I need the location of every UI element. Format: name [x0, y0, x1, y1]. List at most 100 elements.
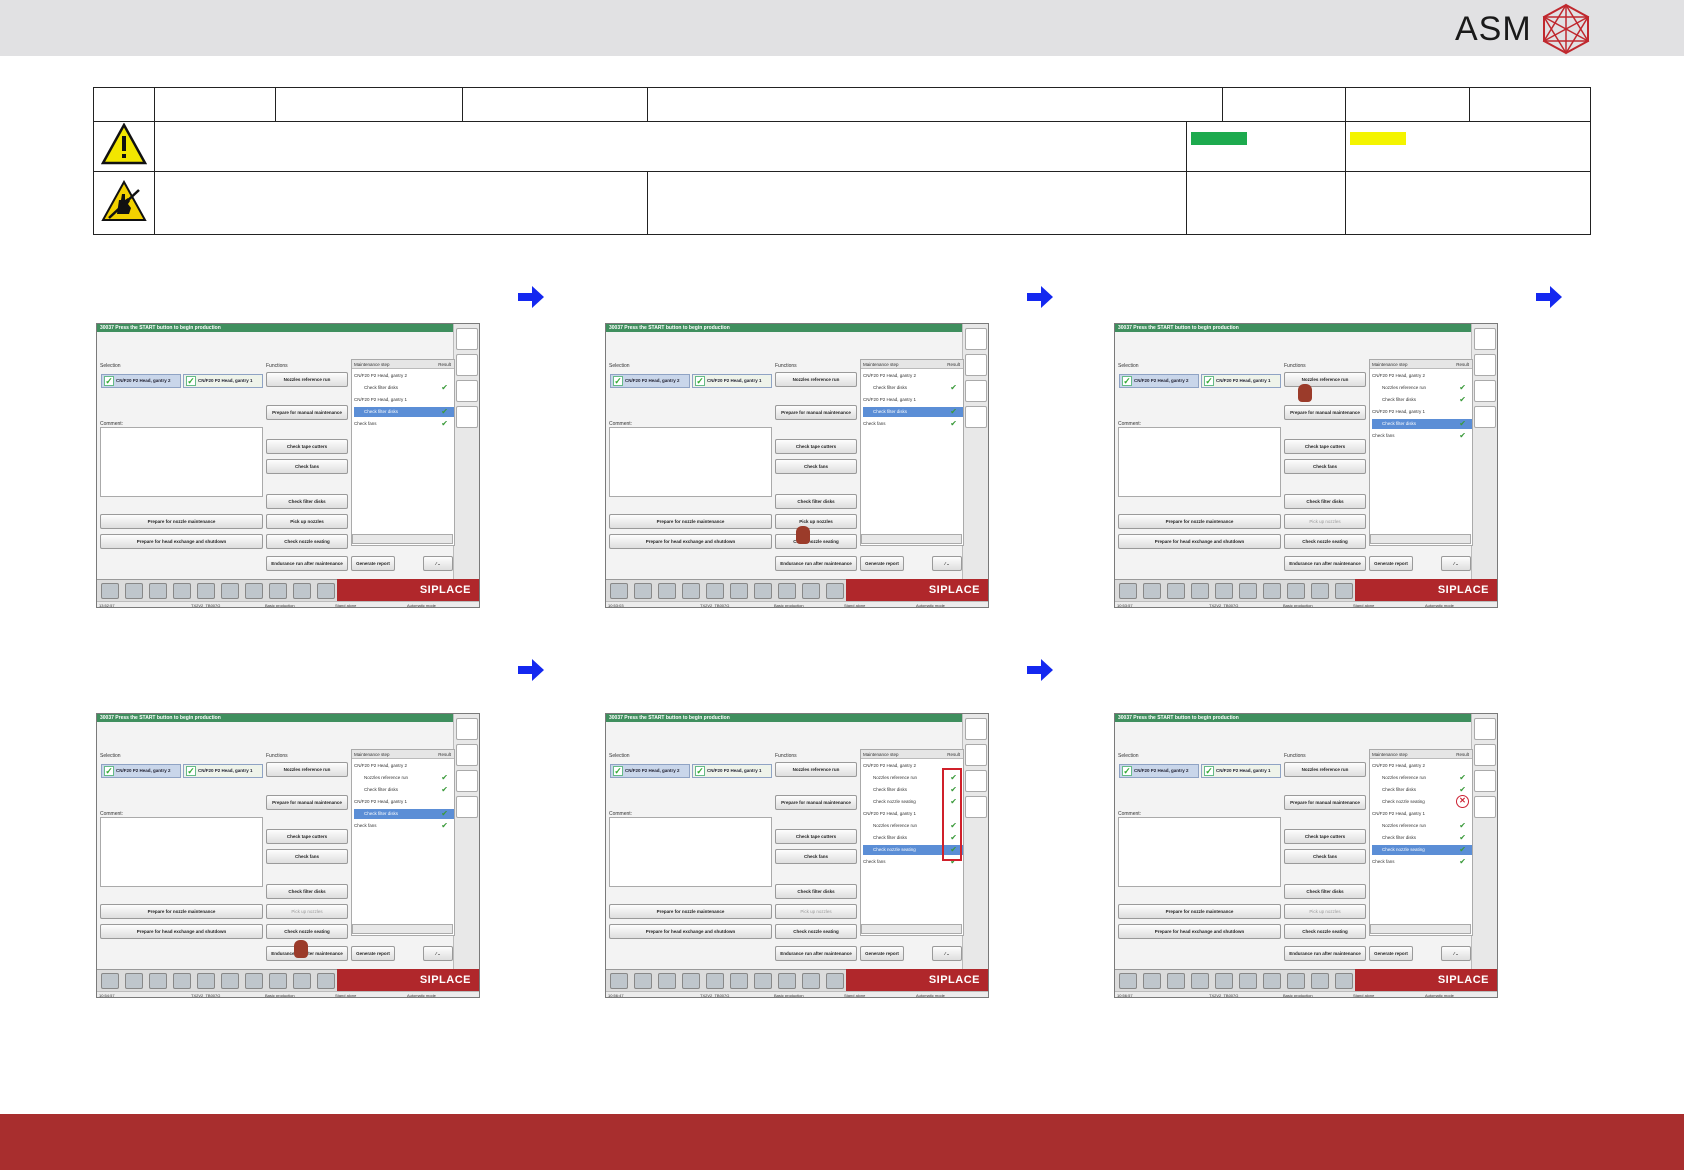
- pick-up-nozzles-button[interactable]: Pick up nozzles: [775, 904, 857, 919]
- check-filter-disks-button[interactable]: Check filter disks: [775, 494, 857, 509]
- tab-gantry-2[interactable]: ✓ CN/F20 P2 Head, gantry 2: [101, 374, 181, 388]
- check-filter-disks-button[interactable]: Check filter disks: [775, 884, 857, 899]
- check-tape-cutters-button[interactable]: Check tape cutters: [1284, 439, 1366, 454]
- taskbar-icon[interactable]: [634, 973, 652, 989]
- nozzles-reference-button[interactable]: Nozzles reference run: [1284, 762, 1366, 777]
- taskbar-icon[interactable]: [1263, 583, 1281, 599]
- check-fans-button[interactable]: Check fans: [1284, 459, 1366, 474]
- maintenance-icon[interactable]: [1474, 744, 1496, 766]
- check-nozzle-seating-button[interactable]: Check nozzle seating: [1284, 924, 1366, 939]
- endurance-run-button[interactable]: Endurance run after maintenance: [775, 946, 857, 961]
- taskbar-icon[interactable]: [1191, 583, 1209, 599]
- prepare-nozzle-button[interactable]: Prepare for nozzle maintenance: [609, 904, 772, 919]
- comment-field[interactable]: [1118, 817, 1281, 887]
- horizontal-scrollbar[interactable]: [352, 534, 453, 544]
- taskbar-icon[interactable]: [706, 583, 724, 599]
- taskbar-icon[interactable]: [149, 973, 167, 989]
- tab-gantry-2[interactable]: ✓ CN/F20 P2 Head, gantry 2: [610, 374, 690, 388]
- maintenance-step-row[interactable]: Check filter disks ✔: [1372, 395, 1472, 405]
- taskbar-icon[interactable]: [221, 583, 239, 599]
- taskbar-icon[interactable]: [1191, 973, 1209, 989]
- prepare-head-button[interactable]: Prepare for head exchange and shutdown: [609, 924, 772, 939]
- taskbar-icon[interactable]: [1263, 973, 1281, 989]
- taskbar-icon[interactable]: [682, 973, 700, 989]
- taskbar-icon[interactable]: [610, 583, 628, 599]
- taskbar-icon[interactable]: [197, 973, 215, 989]
- maintenance-icon[interactable]: [965, 354, 987, 376]
- check-fans-button[interactable]: Check fans: [266, 849, 348, 864]
- taskbar-icon[interactable]: [706, 973, 724, 989]
- taskbar-icon[interactable]: [658, 583, 676, 599]
- taskbar-icon[interactable]: [245, 973, 263, 989]
- prepare-manual-button[interactable]: Prepare for manual maintenance: [775, 405, 857, 420]
- taskbar-icon[interactable]: [149, 583, 167, 599]
- check-nozzle-seating-button[interactable]: Check nozzle seating: [266, 924, 348, 939]
- check-icon[interactable]: [965, 796, 987, 818]
- tools-button[interactable]: ⁄ ..: [932, 946, 962, 961]
- generate-report-button[interactable]: Generate report: [351, 556, 395, 571]
- info-icon[interactable]: [965, 718, 987, 740]
- prepare-nozzle-button[interactable]: Prepare for nozzle maintenance: [100, 904, 263, 919]
- taskbar-icon[interactable]: [1215, 973, 1233, 989]
- taskbar-icon[interactable]: [293, 973, 311, 989]
- comment-field[interactable]: [1118, 427, 1281, 497]
- taskbar-icon[interactable]: [778, 583, 796, 599]
- comment-field[interactable]: [609, 427, 772, 497]
- taskbar-icon[interactable]: [1239, 583, 1257, 599]
- prepare-nozzle-button[interactable]: Prepare for nozzle maintenance: [1118, 514, 1281, 529]
- comment-field[interactable]: [609, 817, 772, 887]
- taskbar-icon[interactable]: [317, 583, 335, 599]
- prepare-manual-button[interactable]: Prepare for manual maintenance: [1284, 795, 1366, 810]
- check-icon[interactable]: [1474, 406, 1496, 428]
- endurance-run-button[interactable]: Endurance run after maintenance: [1284, 556, 1366, 571]
- maintenance-step-row[interactable]: CN/F20 P2 Head, gantry 1: [354, 395, 454, 405]
- check-fans-button[interactable]: Check fans: [775, 849, 857, 864]
- maintenance-step-row[interactable]: CN/F20 P2 Head, gantry 2: [354, 371, 454, 381]
- taskbar-icon[interactable]: [125, 583, 143, 599]
- check-icon[interactable]: [965, 406, 987, 428]
- maintenance-step-row[interactable]: Check filter disks ✔: [354, 809, 454, 819]
- info-icon[interactable]: [456, 328, 478, 350]
- taskbar-icon[interactable]: [173, 973, 191, 989]
- nozzles-reference-button[interactable]: Nozzles reference run: [1284, 372, 1366, 387]
- maintenance-icon[interactable]: [456, 744, 478, 766]
- tab-gantry-2[interactable]: ✓ CN/F20 P2 Head, gantry 2: [101, 764, 181, 778]
- check-nozzle-seating-button[interactable]: Check nozzle seating: [775, 924, 857, 939]
- maintenance-step-row[interactable]: CN/F20 P2 Head, gantry 1: [354, 797, 454, 807]
- prepare-head-button[interactable]: Prepare for head exchange and shutdown: [100, 924, 263, 939]
- prepare-manual-button[interactable]: Prepare for manual maintenance: [266, 405, 348, 420]
- info-icon[interactable]: [1474, 328, 1496, 350]
- comment-field[interactable]: [100, 817, 263, 887]
- maintenance-step-row[interactable]: Check filter disks ✔: [1372, 419, 1472, 429]
- maintenance-step-row[interactable]: Check fans ✔: [863, 419, 963, 429]
- taskbar-icon[interactable]: [634, 583, 652, 599]
- horizontal-scrollbar[interactable]: [1370, 924, 1471, 934]
- maintenance-icon[interactable]: [965, 744, 987, 766]
- taskbar-icon[interactable]: [1167, 973, 1185, 989]
- pick-up-nozzles-button[interactable]: Pick up nozzles: [775, 514, 857, 529]
- taskbar-icon[interactable]: [1239, 973, 1257, 989]
- maintenance-step-row[interactable]: CN/F20 P2 Head, gantry 1: [1372, 809, 1472, 819]
- info-icon[interactable]: [456, 718, 478, 740]
- tab-gantry-2[interactable]: ✓ CN/F20 P2 Head, gantry 2: [1119, 374, 1199, 388]
- taskbar-icon[interactable]: [1119, 973, 1137, 989]
- prepare-head-button[interactable]: Prepare for head exchange and shutdown: [609, 534, 772, 549]
- tools-button[interactable]: ⁄ ..: [1441, 556, 1471, 571]
- info-icon[interactable]: [1474, 718, 1496, 740]
- taskbar-icon[interactable]: [293, 583, 311, 599]
- maintenance-step-row[interactable]: CN/F20 P2 Head, gantry 2: [1372, 761, 1472, 771]
- taskbar-icon[interactable]: [1311, 583, 1329, 599]
- info-icon[interactable]: [965, 328, 987, 350]
- tab-gantry-2[interactable]: ✓ CN/F20 P2 Head, gantry 2: [610, 764, 690, 778]
- maintenance-step-row[interactable]: CN/F20 P2 Head, gantry 2: [1372, 371, 1472, 381]
- tab-gantry-1[interactable]: ✓ CN/F20 P2 Head, gantry 1: [692, 374, 772, 388]
- list-icon[interactable]: [1474, 380, 1496, 402]
- taskbar-icon[interactable]: [317, 973, 335, 989]
- taskbar-icon[interactable]: [269, 583, 287, 599]
- taskbar-icon[interactable]: [173, 583, 191, 599]
- endurance-run-button[interactable]: Endurance run after maintenance: [775, 556, 857, 571]
- comment-field[interactable]: [100, 427, 263, 497]
- taskbar-icon[interactable]: [754, 973, 772, 989]
- generate-report-button[interactable]: Generate report: [860, 556, 904, 571]
- nozzles-reference-button[interactable]: Nozzles reference run: [266, 372, 348, 387]
